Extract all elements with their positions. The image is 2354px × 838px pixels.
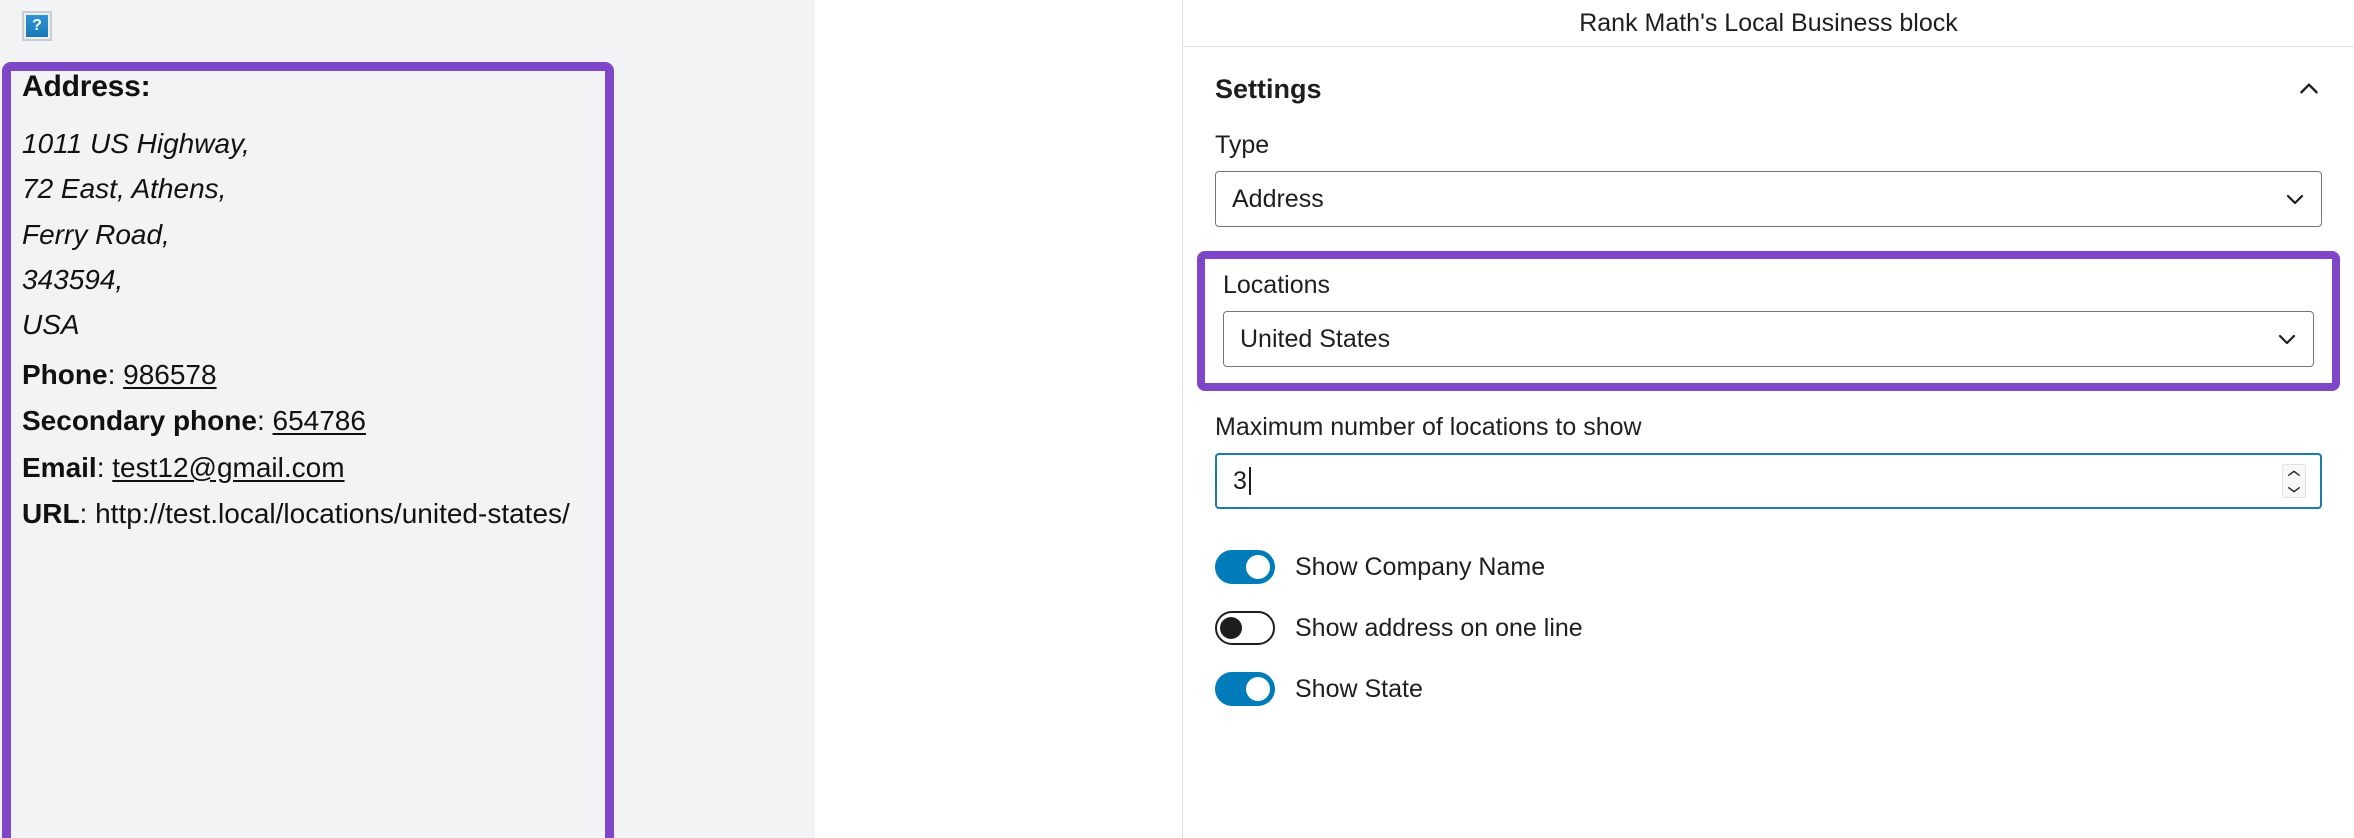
contact-row-phone: Phone: 986578: [22, 352, 1202, 397]
toggle-row-show-company-name: Show Company Name: [1215, 539, 2322, 595]
locations-field: Locations United States: [1223, 271, 2314, 367]
address-lines: 1011 US Highway, 72 East, Athens, Ferry …: [22, 121, 1202, 348]
type-field: Type Address: [1215, 131, 2322, 227]
block-settings-sidebar: Rank Math's Local Business block Setting…: [1182, 0, 2354, 838]
toggle-label: Show State: [1295, 674, 1423, 703]
editor-canvas: ? Address: 1011 US Highway, 72 East, Ath…: [0, 0, 1222, 838]
spinner-down-icon[interactable]: [2287, 486, 2301, 493]
toggle-show-address-on-one-line[interactable]: [1215, 611, 1275, 645]
local-business-address-output: Address: 1011 US Highway, 72 East, Athen…: [22, 70, 1202, 536]
settings-section-label: Settings: [1215, 73, 1322, 104]
toggle-label: Show address on one line: [1295, 613, 1583, 642]
address-line: 343594,: [22, 264, 124, 296]
secondary-phone-link[interactable]: 654786: [273, 405, 366, 436]
chevron-down-icon: [2286, 194, 2304, 205]
chevron-up-icon[interactable]: [2296, 76, 2322, 102]
contact-label: Email: [22, 451, 97, 483]
contact-row-url: URL: http://test.local/locations/united-…: [22, 491, 1202, 536]
max-locations-label: Maximum number of locations to show: [1215, 413, 1642, 441]
locations-field-label: Locations: [1223, 271, 1331, 299]
contact-row-secondary-phone: Secondary phone: 654786: [22, 398, 1202, 443]
type-field-label: Type: [1215, 131, 1270, 159]
address-heading: Address:: [22, 70, 151, 103]
contact-row-email: Email: test12@gmail.com: [22, 445, 1202, 490]
contact-label: Secondary phone: [22, 405, 257, 437]
phone-link[interactable]: 986578: [123, 359, 216, 390]
address-line: Ferry Road,: [22, 218, 170, 250]
address-line: 1011 US Highway,: [22, 128, 250, 159]
toggle-knob: [1246, 555, 1270, 579]
toggle-row-show-state: Show State: [1215, 661, 2322, 717]
toggle-show-company-name[interactable]: [1215, 550, 1275, 584]
settings-panel: Settings Type Address Locations United S…: [1183, 46, 2354, 717]
max-locations-field: Maximum number of locations to show 3: [1215, 413, 2322, 509]
contact-separator: :: [96, 451, 113, 483]
contact-separator: :: [107, 358, 124, 390]
broken-image-icon: ?: [22, 11, 52, 41]
max-locations-input[interactable]: 3: [1215, 453, 2322, 509]
locations-field-highlight: Locations United States: [1197, 251, 2340, 391]
contact-label: URL: [22, 497, 80, 529]
broken-image-question-glyph: ?: [26, 15, 48, 37]
address-line: 72 East, Athens,: [22, 173, 227, 205]
spinner-up-icon[interactable]: [2287, 470, 2301, 477]
toggle-row-show-address-one-line: Show address on one line: [1215, 600, 2322, 656]
type-select[interactable]: Address: [1215, 171, 2322, 227]
url-link[interactable]: http://test.local/locations/united-state…: [95, 498, 570, 529]
address-line: USA: [22, 309, 80, 341]
sidebar-block-title: Rank Math's Local Business block: [1579, 8, 1958, 37]
toggle-knob: [1220, 617, 1242, 639]
chevron-down-icon: [2278, 334, 2296, 345]
toggle-label: Show Company Name: [1295, 552, 1546, 581]
spinner-updown-icon[interactable]: [2282, 464, 2306, 498]
text-caret: [1248, 467, 1251, 495]
contact-label: Phone: [22, 358, 108, 390]
type-select-value: Address: [1232, 184, 1324, 213]
locations-select-value: United States: [1240, 324, 1391, 353]
contact-separator: :: [256, 405, 273, 437]
max-locations-value: 3: [1233, 466, 1247, 495]
toggle-knob: [1246, 677, 1270, 701]
settings-section-header[interactable]: Settings: [1215, 47, 2322, 131]
contact-separator: :: [79, 497, 96, 529]
email-link[interactable]: test12@gmail.com: [112, 452, 344, 483]
locations-select[interactable]: United States: [1223, 311, 2314, 367]
toggle-show-state[interactable]: [1215, 672, 1275, 706]
